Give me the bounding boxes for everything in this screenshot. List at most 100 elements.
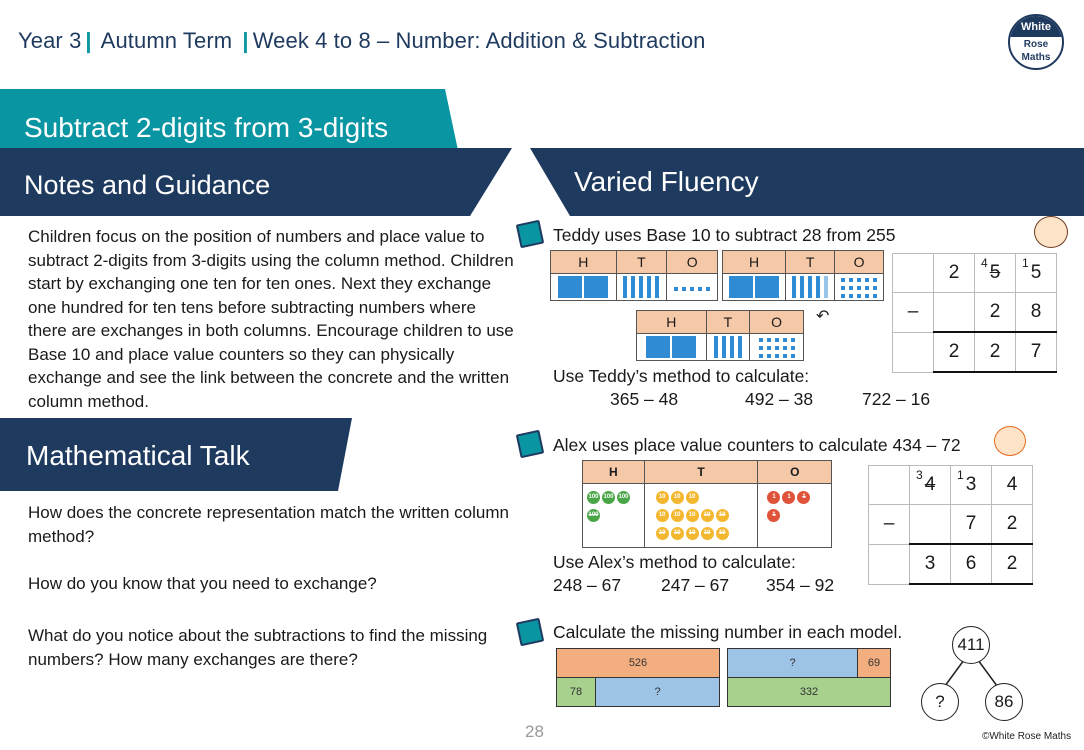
q1-prompt: Teddy uses Base 10 to subtract 28 from 2… [553,225,896,245]
logo-word-rose: Rose [1023,39,1049,50]
pv-header-h: H [636,310,707,334]
column-cell [892,253,934,293]
column-cell: 7 [1015,331,1057,373]
minus-sign: – [892,292,934,333]
bar-model-1-part: ? [595,677,720,707]
tens-rods [785,273,836,301]
column-cell: 2 [974,331,1016,373]
header-term: Autumn Term [100,28,233,53]
q3-prompt: Calculate the missing number in each mod… [553,622,903,642]
hundreds-counters: 100 100 100 100 [582,483,645,548]
header-separator: | [85,28,92,53]
column-cell-exchanged: 34 [909,465,951,505]
column-cell-carried: 13 [950,465,992,505]
lesson-title: Subtract 2-digits from 3-digits [24,112,389,143]
math-talk-title: Mathematical Talk [26,440,250,471]
bar-model-1-whole: 526 [556,648,720,678]
column-cell-carried: 15 [1015,253,1057,293]
q2-instruction: Use Alex’s method to calculate: [553,552,796,572]
tens-rods-crossed [705,333,751,361]
pv-header-t: T [785,250,836,274]
white-rose-maths-logo: White Rose Maths [1008,14,1064,70]
header-separator: | [242,28,249,53]
pv-header-t: T [705,310,751,334]
hundreds-blocks [550,273,617,301]
logo-word-white: White [1010,16,1062,37]
page-header: Year 3 | Autumn Term | Week 4 to 8 – Numbe… [18,28,706,54]
minus-sign: – [868,504,910,545]
pv-header-o: O [757,460,832,484]
math-talk-question: How does the concrete representation mat… [28,503,509,546]
alex-character-icon [994,426,1026,456]
column-cell: 3 [909,543,951,585]
tens-counters: 10 10 10 10 10 10 10 10 10 10 10 10 10 [643,483,759,548]
exchange-digit: 4 [981,256,988,270]
q2-place-value-counters: HTO 100 100 100 100 10 10 10 10 10 10 10 10 10 10 10 1… [582,460,832,548]
q1-calc: 722 – 16 [862,389,931,409]
header-unit: Week 4 to 8 – Number: Addition & Subtrac… [252,28,706,53]
question-bullet-icon [515,429,545,459]
pv-header-o: O [749,310,804,334]
q2-calc: 354 – 92 [766,575,835,595]
column-cell: 2 [933,331,975,373]
notes-text: Children focus on the position of number… [28,227,514,411]
column-cell [868,543,910,585]
q1-pv-chart-result: HTO [636,310,804,361]
crossed-digit: 4 [924,474,936,495]
column-cell [933,292,975,333]
pv-header-h: H [550,250,617,274]
varied-fluency-title: Varied Fluency [574,166,759,197]
carry-digit: 1 [1022,256,1029,270]
q2-calc: 248 – 67 [553,575,622,595]
exchange-digit: 3 [916,468,923,482]
column-cell: 4 [991,465,1033,505]
pv-header-o: O [834,250,884,274]
column-cell: 2 [933,253,975,293]
q1-calc: 365 – 48 [610,389,679,409]
bar-model-1-part: 78 [556,677,596,707]
ones-cubes [834,273,884,301]
column-cell: 2 [991,504,1033,545]
q1-column-method: 2 45 15 –2 8 227 [892,253,1057,373]
notes-title: Notes and Guidance [24,170,271,200]
column-cell [892,331,934,373]
math-talk-question: What do you notice about the subtraction… [28,626,488,669]
crossed-digit: 5 [989,262,1001,283]
ones-cubes-crossed [749,333,804,361]
bar-model-2-part: ? [727,648,858,678]
hundreds-blocks [721,273,787,301]
column-cell: 2 [991,543,1033,585]
q2-calc: 247 – 67 [661,575,730,595]
column-cell [909,504,951,545]
pv-header-o: O [666,250,718,274]
question-bullet-icon [515,219,545,249]
logo-word-maths: Maths [1021,52,1051,63]
column-cell: 8 [1015,292,1057,333]
pv-header-h: H [721,250,787,274]
q2-column-method: 34 13 4 –7 2 362 [868,465,1033,585]
pv-header-h: H [582,460,645,484]
ones-cubes [666,273,718,301]
part-whole-whole: 411 [952,626,990,664]
digit: 5 [1030,262,1042,283]
carry-digit: 1 [957,468,964,482]
bar-model-2-part: 69 [857,648,891,678]
column-cell: 7 [950,504,992,545]
ones-counters: 1111 [757,483,832,548]
q1-calc: 492 – 38 [745,389,814,409]
pv-header-t: T [643,460,759,484]
column-cell [868,465,910,505]
tens-rods [615,273,668,301]
column-cell-exchanged: 45 [974,253,1016,293]
copyright: ©White Rose Maths [982,731,1072,742]
bar-model-2-whole: 332 [727,677,891,707]
q1-pv-chart-start: HTO [550,250,718,301]
question-bullet-icon [515,617,545,647]
header-year: Year 3 [18,28,82,53]
digit: 3 [965,474,977,495]
q2-prompt: Alex uses place value counters to calcul… [553,435,961,455]
page-number: 28 [525,722,544,741]
part-whole-part: 86 [985,683,1023,721]
teddy-character-icon [1034,216,1068,248]
math-talk-question: How do you know that you need to exchang… [28,574,377,593]
